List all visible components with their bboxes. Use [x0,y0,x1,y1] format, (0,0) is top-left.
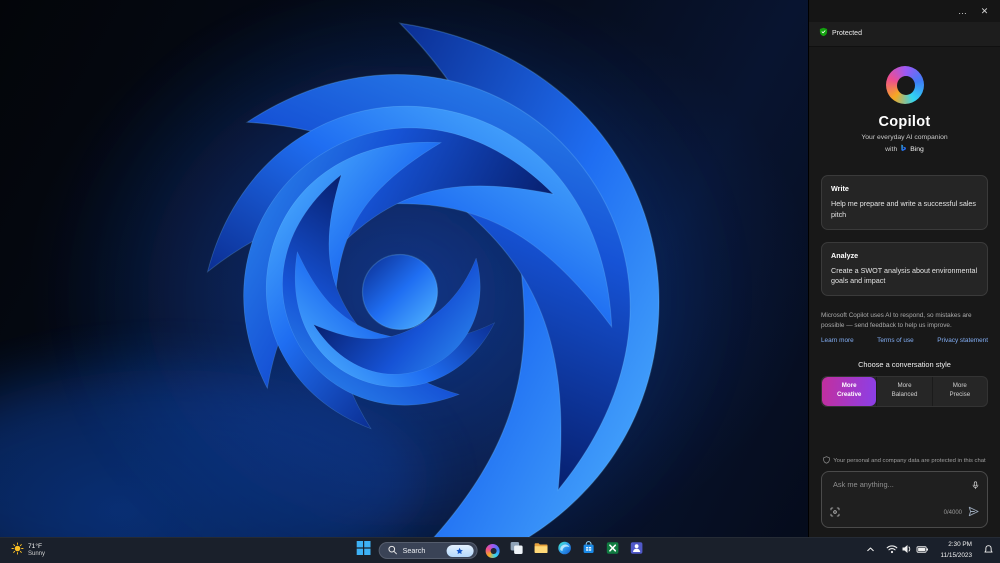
edge-icon [558,541,572,560]
taskbar-app-excel[interactable] [602,540,623,561]
style-more-creative-button[interactable]: More Creative [822,377,877,406]
suggestion-card-write[interactable]: Write Help me prepare and write a succes… [821,175,988,230]
copilot-icon [485,543,500,558]
store-icon [582,541,596,560]
excel-icon [606,541,620,560]
clock-button[interactable]: 2:30 PM 11/15/2023 [935,541,977,561]
tray-overflow-button[interactable] [861,541,880,561]
search-highlight-badge[interactable] [446,544,474,557]
sun-icon [11,541,24,560]
style-more-balanced-button[interactable]: More Balanced [876,377,931,406]
protected-badge: Protected [809,22,1000,47]
ai-disclaimer: Microsoft Copilot uses AI to respond, so… [821,312,972,329]
taskbar-right: 2:30 PM 11/15/2023 [861,538,998,563]
notification-bell-button[interactable] [979,541,998,561]
conversation-style-title: Choose a conversation style [858,360,951,370]
input-footer: 0/4000 [830,504,979,522]
volume-icon [901,542,913,560]
folder-icon [534,541,548,560]
taskbar-app-copilot[interactable] [482,540,503,561]
chat-input[interactable] [831,479,963,490]
card-body: Help me prepare and write a successful s… [831,199,977,219]
data-protection-note: Your personal and company data are prote… [821,456,988,466]
send-button[interactable] [968,504,979,522]
data-protection-text: Your personal and company data are prote… [833,458,986,464]
taskbar-center: Search [353,538,648,563]
battery-icon [916,542,929,560]
chat-input-box: 0/4000 [821,471,988,528]
bing-label: Bing [910,146,924,153]
style-option-line: Creative [836,391,862,399]
chevron-up-icon [865,542,876,560]
sidebar-titlebar: … ✕ [809,0,1000,22]
learn-more-link[interactable]: Learn more [821,337,854,344]
taskbar-app-edge[interactable] [554,540,575,561]
start-button[interactable] [353,540,374,561]
taskbar-left: 71°F Sunny [4,538,52,563]
task-view-button[interactable] [506,540,527,561]
system-status-button[interactable] [882,541,933,561]
protected-label: Protected [832,29,862,37]
card-body: Create a SWOT analysis about environment… [831,265,978,286]
taskbar: 71°F Sunny Search 2:30 PM 11/15/2023 [0,537,1000,563]
weather-condition: Sunny [28,550,46,557]
style-option-line: More [841,382,857,390]
search-label: Search [402,546,426,555]
search-box[interactable]: Search [378,542,478,560]
flex-spacer [821,407,988,456]
task-view-icon [510,541,524,560]
style-option-line: Balanced [891,391,918,399]
weather-temp: 71°F [28,542,42,550]
taskbar-app-store[interactable] [578,540,599,561]
suggestion-card-analyze[interactable]: Analyze Create a SWOT analysis about env… [821,241,988,297]
copilot-sidebar: … ✕ Protected Copilot Your everyday AI c… [808,0,1000,537]
screenshot-button[interactable] [830,504,840,522]
taskbar-app-teams[interactable] [626,540,647,561]
conversation-style-group: More Creative More Balanced More Precise [821,376,988,407]
copilot-logo-icon [885,66,924,104]
shield-check-icon [819,27,828,39]
teams-icon [630,541,644,560]
search-icon [388,542,398,560]
windows-logo-icon [356,541,371,560]
tray-time: 2:30 PM [948,540,972,548]
bell-icon [983,542,994,560]
shield-outline-icon [823,456,830,466]
bing-icon [900,144,907,155]
close-button[interactable]: ✕ [976,4,993,19]
taskbar-app-file-explorer[interactable] [530,540,551,561]
with-label: with [885,146,898,153]
privacy-statement-link[interactable]: Privacy statement [937,337,988,344]
card-title: Analyze [831,250,859,260]
terms-of-use-link[interactable]: Terms of use [877,337,914,344]
mic-button[interactable] [971,478,980,496]
sparkle-icon [456,547,464,554]
wifi-icon [886,542,898,560]
style-option-line: More [897,382,912,390]
card-title: Write [831,184,849,193]
char-counter: 0/4000 [943,510,962,516]
style-option-line: More [952,382,967,390]
tray-date: 11/15/2023 [940,551,972,559]
more-options-button[interactable]: … [954,4,971,19]
style-more-precise-button[interactable]: More Precise [931,377,987,406]
sidebar-body: Copilot Your everyday AI companion with … [809,47,1000,537]
bing-attribution: with Bing [821,144,988,155]
weather-widget-button[interactable]: 71°F Sunny [4,540,52,562]
copilot-subtitle: Your everyday AI companion [861,134,948,141]
style-option-line: Precise [949,391,971,399]
legal-links: Learn more Terms of use Privacy statemen… [821,337,988,344]
copilot-title: Copilot [878,114,931,130]
